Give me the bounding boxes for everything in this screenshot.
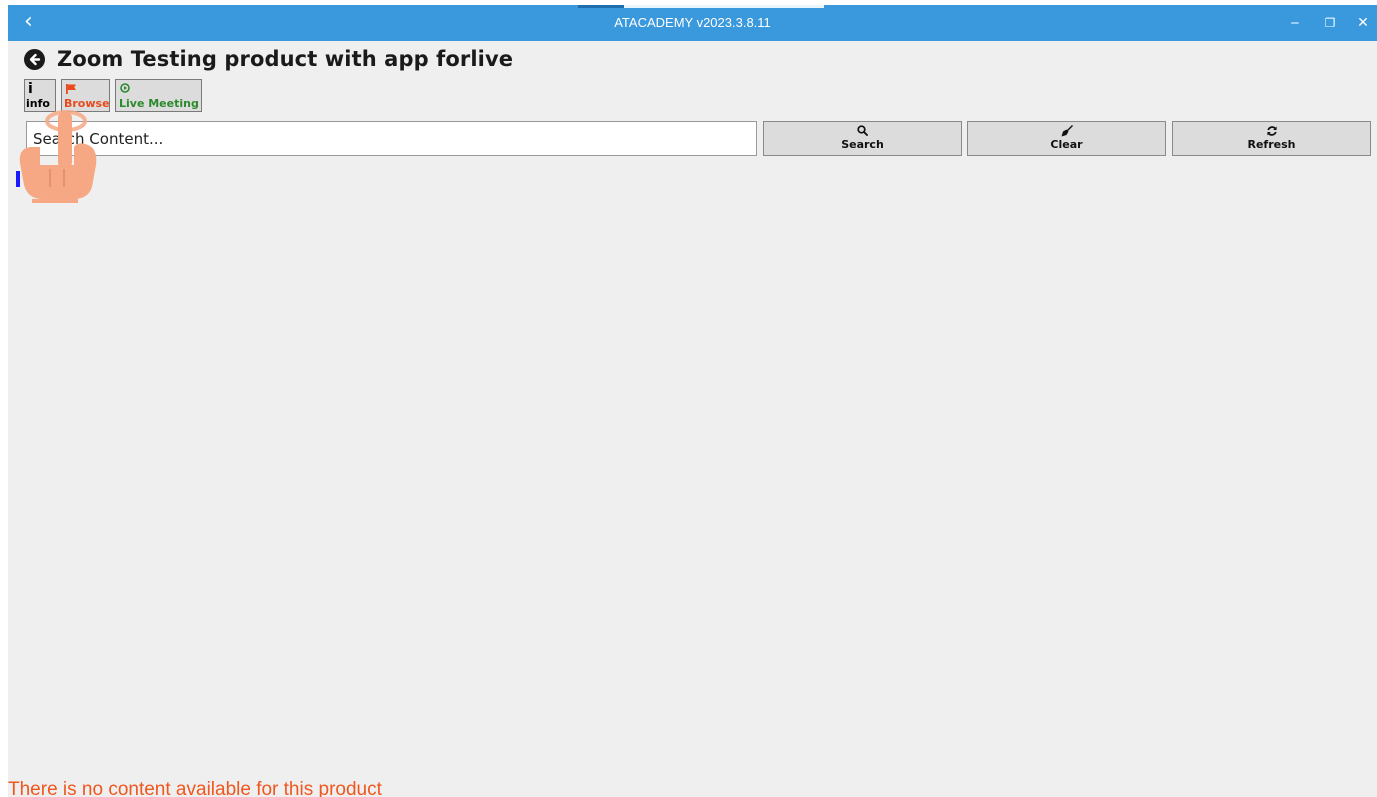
back-arrow-icon[interactable] xyxy=(24,48,45,70)
app-window: ‹ ATACADEMY v2023.3.8.11 ‒ ❐ ✕ Zoom Test… xyxy=(8,5,1377,797)
flag-icon xyxy=(66,84,77,97)
page-header: Zoom Testing product with app forlive xyxy=(24,45,513,73)
play-circle-icon xyxy=(120,83,130,96)
search-input[interactable] xyxy=(26,121,757,156)
search-button-label: Search xyxy=(841,138,884,151)
search-icon xyxy=(857,125,868,138)
page-title: Zoom Testing product with app forlive xyxy=(57,47,514,71)
minimize-button[interactable]: ‒ xyxy=(1280,5,1310,41)
empty-content-message: There is no content available for this p… xyxy=(8,779,382,797)
content-link[interactable] xyxy=(16,171,20,187)
live-meeting-button-label: Live Meeting xyxy=(119,97,199,110)
window-title: ATACADEMY v2023.3.8.11 xyxy=(614,15,771,30)
info-icon: i xyxy=(28,81,33,97)
title-bar: ‹ ATACADEMY v2023.3.8.11 ‒ ❐ ✕ xyxy=(8,5,1377,41)
browse-button[interactable]: Browse xyxy=(61,79,110,112)
live-meeting-button[interactable]: Live Meeting xyxy=(115,79,202,112)
info-button[interactable]: i info xyxy=(24,79,56,112)
close-button[interactable]: ✕ xyxy=(1349,5,1377,41)
search-button[interactable]: Search xyxy=(763,121,962,156)
broom-icon xyxy=(1061,125,1073,138)
refresh-icon xyxy=(1266,125,1278,138)
restore-button[interactable]: ❐ xyxy=(1315,5,1345,41)
refresh-button[interactable]: Refresh xyxy=(1172,121,1371,156)
clear-button-label: Clear xyxy=(1050,138,1083,151)
refresh-button-label: Refresh xyxy=(1247,138,1296,151)
clear-button[interactable]: Clear xyxy=(967,121,1166,156)
info-button-label: info xyxy=(26,97,50,110)
browse-button-label: Browse xyxy=(64,97,110,110)
